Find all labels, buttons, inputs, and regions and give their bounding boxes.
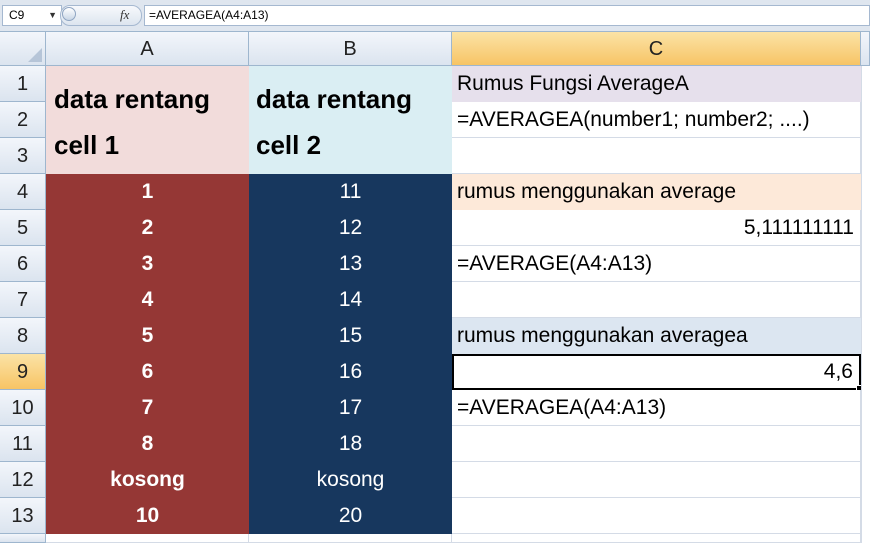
cell-a4[interactable]: 1: [46, 174, 249, 210]
row-header-9[interactable]: 9: [0, 354, 46, 390]
row-header-11[interactable]: 11: [0, 426, 46, 462]
cell-c14[interactable]: [452, 534, 861, 543]
cell-a5[interactable]: 2: [46, 210, 249, 246]
cell-a1-header[interactable]: data rentang cell 1: [46, 66, 249, 174]
row-header-1[interactable]: 1: [0, 66, 46, 102]
cell-c8[interactable]: rumus menggunakan averagea: [452, 318, 861, 354]
column-header-b[interactable]: B: [249, 32, 452, 66]
cell-b5[interactable]: 12: [249, 210, 452, 246]
cell-a10[interactable]: 7: [46, 390, 249, 426]
fx-label: fx: [120, 7, 130, 22]
cell-b9[interactable]: 16: [249, 354, 452, 390]
column-header-c[interactable]: C: [452, 32, 861, 66]
cell-b1-header[interactable]: data rentang cell 2: [249, 66, 452, 174]
row-header-8[interactable]: 8: [0, 318, 46, 354]
formula-input[interactable]: =AVERAGEA(A4:A13): [144, 5, 870, 26]
formula-bar: C9 ▼ fx =AVERAGEA(A4:A13): [0, 0, 870, 32]
cell-c10[interactable]: =AVERAGEA(A4:A13): [452, 390, 861, 426]
cell-b11[interactable]: 18: [249, 426, 452, 462]
row-header-12[interactable]: 12: [0, 462, 46, 498]
column-header-a[interactable]: A: [46, 32, 249, 66]
cell-a8[interactable]: 5: [46, 318, 249, 354]
cell-c6[interactable]: =AVERAGE(A4:A13): [452, 246, 861, 282]
cell-a9[interactable]: 6: [46, 354, 249, 390]
name-box-value: C9: [9, 8, 25, 22]
cell-c11[interactable]: [452, 426, 861, 462]
column-header-d[interactable]: [861, 32, 870, 66]
row-header-4[interactable]: 4: [0, 174, 46, 210]
cell-c7[interactable]: [452, 282, 861, 318]
row-header-6[interactable]: 6: [0, 246, 46, 282]
cell-c12[interactable]: [452, 462, 861, 498]
cell-a13[interactable]: 10: [46, 498, 249, 534]
chevron-down-icon[interactable]: ▼: [48, 6, 57, 25]
row-header-13[interactable]: 13: [0, 498, 46, 534]
cell-c2[interactable]: =AVERAGEA(number1; number2; ....): [452, 102, 861, 138]
cell-c5[interactable]: 5,111111111: [452, 210, 861, 246]
cell-a12[interactable]: kosong: [46, 462, 249, 498]
row-header-5[interactable]: 5: [0, 210, 46, 246]
cell-b8[interactable]: 15: [249, 318, 452, 354]
cell-c4[interactable]: rumus menggunakan average: [452, 174, 861, 210]
cell-b13[interactable]: 20: [249, 498, 452, 534]
cell-a7[interactable]: 4: [46, 282, 249, 318]
cell-b10[interactable]: 17: [249, 390, 452, 426]
cell-a11[interactable]: 8: [46, 426, 249, 462]
cell-b12[interactable]: kosong: [249, 462, 452, 498]
cell-b4[interactable]: 11: [249, 174, 452, 210]
column-d-cells[interactable]: [861, 66, 870, 543]
cell-a6[interactable]: 3: [46, 246, 249, 282]
cell-c3[interactable]: [452, 138, 861, 174]
row-header-3[interactable]: 3: [0, 138, 46, 174]
cell-c9-active[interactable]: 4,6: [452, 354, 861, 390]
row-header-7[interactable]: 7: [0, 282, 46, 318]
cell-b7[interactable]: 14: [249, 282, 452, 318]
name-box[interactable]: C9 ▼: [2, 5, 62, 26]
select-all-button[interactable]: [0, 32, 46, 66]
row-header-2[interactable]: 2: [0, 102, 46, 138]
cell-a14[interactable]: [46, 534, 249, 543]
cell-c13[interactable]: [452, 498, 861, 534]
row-header-10[interactable]: 10: [0, 390, 46, 426]
cell-b6[interactable]: 13: [249, 246, 452, 282]
insert-function-icon[interactable]: fx: [120, 7, 129, 23]
cell-b14[interactable]: [249, 534, 452, 543]
cell-c1[interactable]: Rumus Fungsi AverageA: [452, 66, 861, 102]
row-header-14[interactable]: [0, 534, 46, 543]
expand-icon[interactable]: [62, 7, 76, 21]
